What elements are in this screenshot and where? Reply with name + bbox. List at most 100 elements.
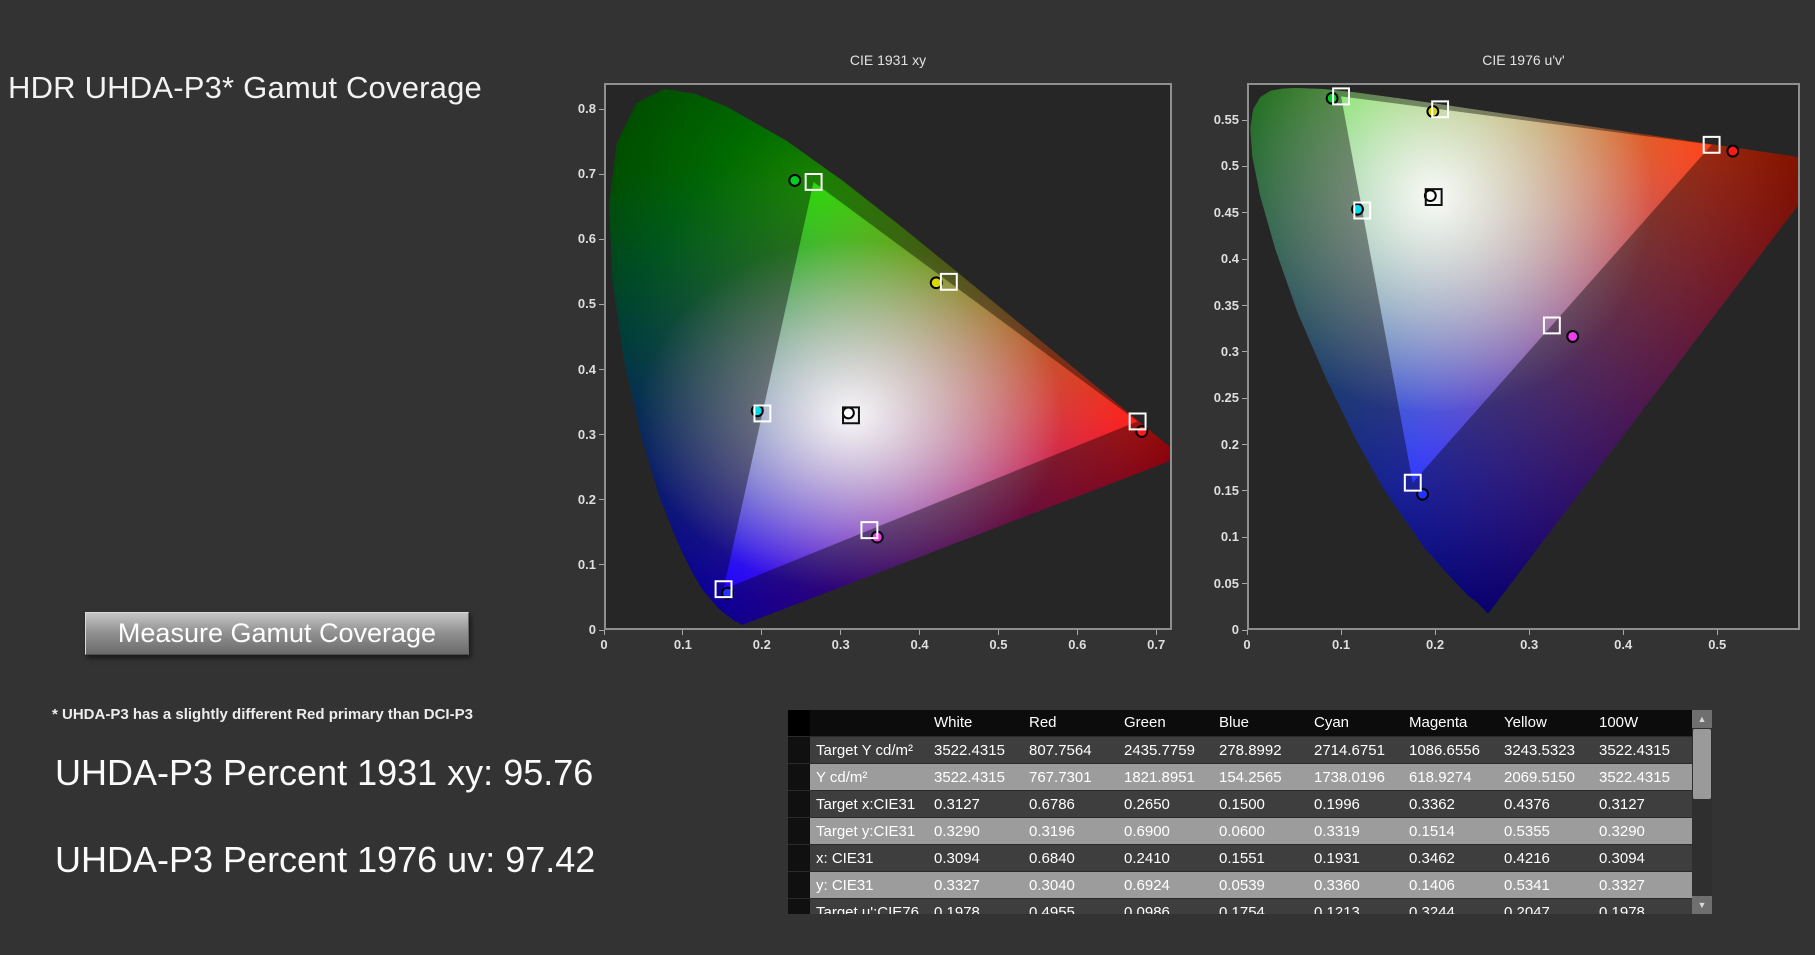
table-cell: 0.1500 [1217, 791, 1312, 817]
table-cell: 0.3319 [1312, 818, 1407, 844]
scroll-down-icon[interactable]: ▼ [1692, 896, 1712, 914]
table-cell: 0.3362 [1407, 791, 1502, 817]
y-tick-label: 0.7 [552, 166, 596, 181]
row-gutter [788, 764, 810, 790]
y-axis-tick [599, 174, 604, 175]
x-axis-tick [1623, 630, 1624, 635]
y-axis-tick [599, 434, 604, 435]
table-cell: 0.1978 [932, 899, 1027, 914]
y-axis-tick [1242, 212, 1247, 213]
column-header: White [932, 710, 1027, 736]
x-axis-tick [840, 630, 841, 635]
x-tick-label: 0.5 [1708, 637, 1726, 652]
table-row[interactable]: Y cd/m²3522.4315767.73011821.8951154.256… [788, 763, 1692, 790]
y-axis-tick [599, 499, 604, 500]
x-tick-label: 0.4 [911, 637, 929, 652]
measurement-table: WhiteRedGreenBlueCyanMagentaYellow100WTa… [788, 710, 1692, 914]
row-label: x: CIE31 [810, 845, 932, 871]
row-label: Target x:CIE31 [810, 791, 932, 817]
table-cell: 0.2047 [1502, 899, 1597, 914]
cie-1976-diagram [1247, 83, 1800, 630]
measured-dot-green [789, 175, 800, 186]
measured-dot-green [1327, 93, 1338, 104]
y-axis-tick [1242, 120, 1247, 121]
y-tick-label: 0.05 [1195, 576, 1239, 591]
table-cell: 0.3127 [1597, 791, 1692, 817]
row-label: Y cd/m² [810, 764, 932, 790]
y-tick-label: 0.4 [552, 362, 596, 377]
table-row[interactable]: Target x:CIE310.31270.67860.26500.15000.… [788, 790, 1692, 817]
table-cell: 1086.6556 [1407, 737, 1502, 763]
x-tick-label: 0 [600, 637, 607, 652]
y-axis-tick [1242, 444, 1247, 445]
y-tick-label: 0.6 [552, 231, 596, 246]
scroll-up-icon[interactable]: ▲ [1692, 710, 1712, 728]
y-tick-label: 0.3 [1195, 344, 1239, 359]
y-tick-label: 0.3 [552, 427, 596, 442]
x-tick-label: 0.2 [1426, 637, 1444, 652]
table-cell: 0.3244 [1407, 899, 1502, 914]
scrollbar-thumb[interactable] [1693, 729, 1711, 799]
table-cell: 0.1514 [1407, 818, 1502, 844]
row-gutter [788, 845, 810, 871]
table-cell: 3522.4315 [932, 737, 1027, 763]
x-axis-tick [998, 630, 999, 635]
table-row[interactable]: Target u':CIE760.19780.49550.09860.17540… [788, 898, 1692, 914]
y-axis-tick [1242, 166, 1247, 167]
y-axis-tick [1242, 259, 1247, 260]
row-gutter [788, 899, 810, 914]
row-gutter [788, 872, 810, 898]
x-axis-tick [919, 630, 920, 635]
y-axis-tick [1242, 398, 1247, 399]
chart-1931-title: CIE 1931 xy [604, 52, 1172, 68]
table-cell: 2069.5150 [1502, 764, 1597, 790]
table-cell: 807.7564 [1027, 737, 1122, 763]
y-tick-label: 0 [552, 622, 596, 637]
row-label: Target Y cd/m² [810, 737, 932, 763]
table-cell: 0.3327 [932, 872, 1027, 898]
x-axis-tick [1077, 630, 1078, 635]
table-cell: 0.6786 [1027, 791, 1122, 817]
y-tick-label: 0.4 [1195, 251, 1239, 266]
column-header: Cyan [1312, 710, 1407, 736]
table-scrollbar[interactable]: ▲ ▼ [1692, 710, 1712, 914]
table-cell: 0.3196 [1027, 818, 1122, 844]
table-row[interactable]: Target y:CIE310.32900.31960.69000.06000.… [788, 817, 1692, 844]
y-tick-label: 0.35 [1195, 298, 1239, 313]
table-cell: 0.3127 [932, 791, 1027, 817]
x-axis-tick [604, 630, 605, 635]
y-axis-tick [1242, 583, 1247, 584]
y-axis-tick [1242, 537, 1247, 538]
table-cell: 0.1406 [1407, 872, 1502, 898]
row-gutter [788, 818, 810, 844]
row-label: y: CIE31 [810, 872, 932, 898]
y-tick-label: 0.2 [552, 492, 596, 507]
x-tick-label: 0.4 [1614, 637, 1632, 652]
table-cell: 2435.7759 [1122, 737, 1217, 763]
page-title: HDR UHDA-P3* Gamut Coverage [8, 70, 482, 106]
table-row[interactable]: Target Y cd/m²3522.4315807.75642435.7759… [788, 736, 1692, 763]
x-tick-label: 0.1 [1332, 637, 1350, 652]
y-tick-label: 0.1 [552, 557, 596, 572]
row-gutter [788, 737, 810, 763]
x-axis-tick [1156, 630, 1157, 635]
table-corner-gutter [788, 710, 810, 736]
table-cell: 0.1931 [1312, 845, 1407, 871]
x-tick-label: 0.2 [753, 637, 771, 652]
table-row[interactable]: y: CIE310.33270.30400.69240.05390.33600.… [788, 871, 1692, 898]
table-cell: 0.4216 [1502, 845, 1597, 871]
table-cell: 0.6900 [1122, 818, 1217, 844]
table-cell: 0.1978 [1597, 899, 1692, 914]
measure-gamut-coverage-button[interactable]: Measure Gamut Coverage [85, 612, 469, 655]
table-cell: 0.1996 [1312, 791, 1407, 817]
table-cell: 0.5355 [1502, 818, 1597, 844]
column-header: Red [1027, 710, 1122, 736]
x-axis-tick [1435, 630, 1436, 635]
x-tick-label: 0.5 [989, 637, 1007, 652]
table-cell: 0.0600 [1217, 818, 1312, 844]
table-cell: 0.2410 [1122, 845, 1217, 871]
x-axis-tick [1247, 630, 1248, 635]
table-row[interactable]: x: CIE310.30940.68400.24100.15510.19310.… [788, 844, 1692, 871]
y-tick-label: 0.8 [552, 101, 596, 116]
table-cell: 154.2565 [1217, 764, 1312, 790]
